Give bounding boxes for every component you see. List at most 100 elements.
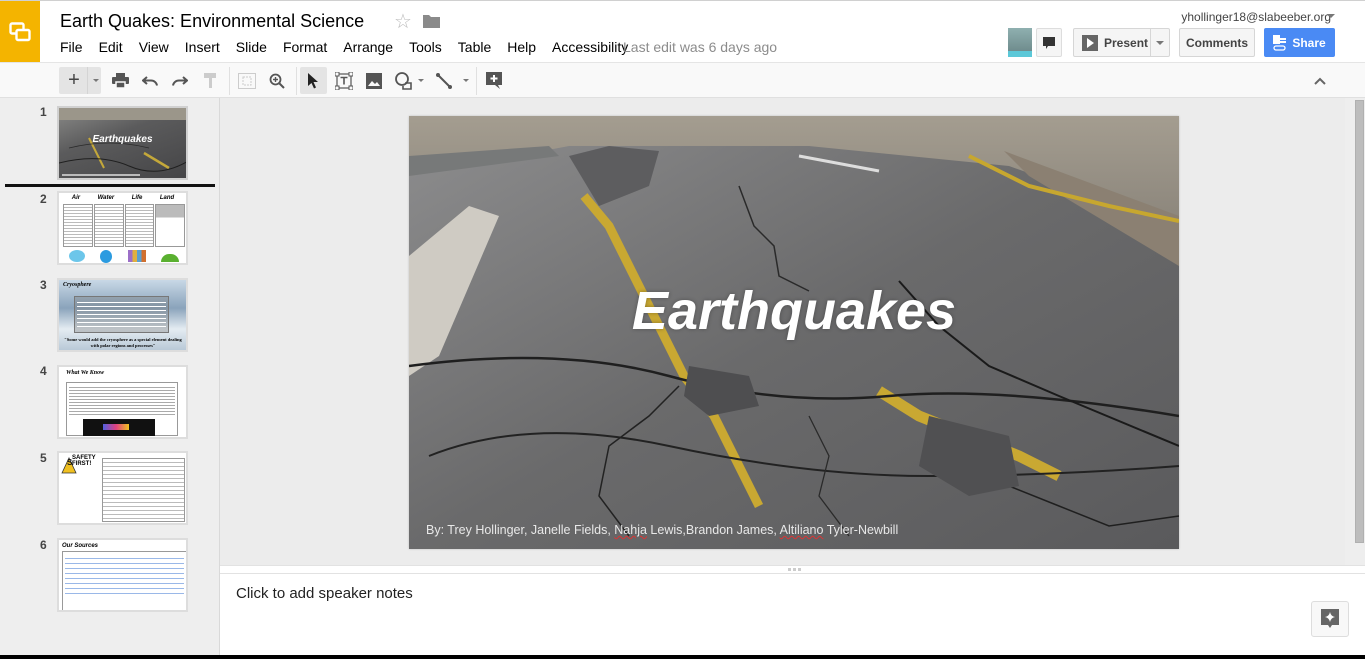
account-email[interactable]: yhollinger18@slabeeber.org <box>1181 10 1331 24</box>
folder-icon[interactable] <box>423 14 440 28</box>
menu-tools[interactable]: Tools <box>409 39 442 55</box>
star-icon[interactable]: ☆ <box>394 9 412 34</box>
redo-icon <box>172 75 188 86</box>
present-dropdown[interactable] <box>1151 40 1169 45</box>
column-label: Land <box>159 195 175 201</box>
comments-button[interactable]: Comments <box>1179 28 1255 57</box>
share-button[interactable]: Share <box>1264 28 1335 57</box>
image-icon <box>366 72 382 89</box>
toolbar-divider <box>296 67 297 95</box>
slide-number: 3 <box>40 278 47 292</box>
toolbar: + <box>0 62 1365 98</box>
thumbnail-title: SAFETY FIRST! <box>72 455 96 467</box>
paint-format-button[interactable] <box>198 67 222 94</box>
image-tool[interactable] <box>362 67 386 94</box>
menu-slide[interactable]: Slide <box>236 39 267 55</box>
thumbnail-caption: "Some would add the cryosphere as a spec… <box>64 337 182 348</box>
slide-number: 2 <box>40 192 47 206</box>
column-label: Water <box>97 195 115 201</box>
notes-resize-handle[interactable] <box>220 565 1365 574</box>
menu-format[interactable]: Format <box>283 39 327 55</box>
text-box-icon <box>335 71 353 90</box>
share-label: Share <box>1292 35 1326 50</box>
line-icon <box>435 72 452 89</box>
vertical-scrollbar[interactable] <box>1345 98 1365 565</box>
slide-thumbnail-1[interactable]: Earthquakes <box>57 106 188 180</box>
zoom-icon <box>269 73 285 89</box>
scrollbar-thumb[interactable] <box>1355 100 1364 543</box>
slide-thumbnail-3[interactable]: Cryosphere "Some would add the cryospher… <box>57 278 188 352</box>
misspelled-word[interactable]: Nahja <box>614 523 647 537</box>
toolbar-divider <box>476 67 477 95</box>
drag-handle-icon <box>788 568 801 571</box>
slide-number: 5 <box>40 451 47 465</box>
slide-thumbnail-5[interactable]: S SAFETY FIRST! <box>57 451 188 525</box>
slide-authors[interactable]: By: Trey Hollinger, Janelle Fields, Nahj… <box>426 523 898 537</box>
add-comment-button[interactable] <box>482 67 506 94</box>
present-button[interactable]: Present <box>1073 28 1170 57</box>
zoom-fit-icon <box>238 72 256 89</box>
new-slide-dropdown-icon[interactable] <box>92 79 99 82</box>
speaker-notes-panel[interactable]: Click to add speaker notes <box>220 574 1365 655</box>
authors-text: Lewis,Brandon James, <box>646 523 780 537</box>
last-edit-status[interactable]: Last edit was 6 days ago <box>623 39 777 55</box>
line-tool[interactable] <box>433 67 471 94</box>
zoom-button[interactable] <box>265 67 289 94</box>
slide-canvas: Earthquakes By: Trey Hollinger, Janelle … <box>220 98 1345 565</box>
slide-thumbnail-4[interactable]: What We Know <box>57 365 188 439</box>
menu-arrange[interactable]: Arrange <box>343 39 393 55</box>
slide-thumbnail-2[interactable]: Air Water Life Land <box>57 191 188 265</box>
present-label: Present <box>1104 35 1149 50</box>
slide-1[interactable]: Earthquakes By: Trey Hollinger, Janelle … <box>409 116 1179 549</box>
speaker-notes-placeholder[interactable]: Click to add speaker notes <box>236 585 413 602</box>
slide-thumbnail-6[interactable]: Our Sources <box>57 538 188 612</box>
slides-logo[interactable] <box>0 1 40 62</box>
misspelled-word[interactable]: Altiliano <box>780 523 824 537</box>
menu-help[interactable]: Help <box>507 39 536 55</box>
thumbnail-columns: Air Water Life Land <box>63 195 183 201</box>
slide-number: 1 <box>40 105 47 119</box>
avatar[interactable] <box>1008 28 1032 57</box>
explore-button[interactable] <box>1311 601 1349 637</box>
redo-button[interactable] <box>168 67 192 94</box>
menu-file[interactable]: File <box>60 39 83 55</box>
text-box-tool[interactable] <box>332 67 356 94</box>
menu-bar: File Edit View Insert Slide Format Arran… <box>60 39 644 55</box>
new-slide-button[interactable]: + <box>59 67 101 94</box>
account-dropdown-icon[interactable] <box>1327 14 1335 18</box>
collapse-toolbar-button[interactable] <box>1308 67 1332 94</box>
select-icon <box>308 72 318 88</box>
menu-insert[interactable]: Insert <box>185 39 220 55</box>
shape-dropdown-icon[interactable] <box>417 79 424 82</box>
menu-accessibility[interactable]: Accessibility <box>552 39 628 55</box>
shape-tool[interactable] <box>391 67 427 94</box>
menu-view[interactable]: View <box>139 39 169 55</box>
thumbnail-title: Cryosphere <box>63 282 92 288</box>
menu-edit[interactable]: Edit <box>99 39 123 55</box>
new-slide-icon: + <box>62 67 88 94</box>
thumbnail-icons <box>69 250 179 263</box>
authors-text: Tyler-Newbill <box>823 523 899 537</box>
slide-title[interactable]: Earthquakes <box>409 280 1179 342</box>
slide-number: 4 <box>40 364 47 378</box>
thumbnail-text-box <box>66 382 178 436</box>
select-tool[interactable] <box>300 67 327 94</box>
thumbnail-image <box>83 419 155 436</box>
column-label: Air <box>71 195 81 201</box>
chat-button[interactable] <box>1036 28 1062 57</box>
toolbar-divider <box>229 67 230 95</box>
print-button[interactable] <box>108 67 132 94</box>
thumbnail-title: Our Sources <box>62 543 99 549</box>
thumbnail-text-panel <box>74 296 169 333</box>
document-title[interactable]: Earth Quakes: Environmental Science <box>60 11 364 32</box>
menu-table[interactable]: Table <box>458 39 491 55</box>
thumbnail-text-box <box>62 551 186 610</box>
undo-button[interactable] <box>138 67 162 94</box>
slide-filmstrip: 1 Earthquakes 2 Air Water Life Land 3 Cr… <box>0 98 220 655</box>
thumbnail-text-box <box>102 458 185 522</box>
present-main[interactable]: Present <box>1074 29 1151 56</box>
line-dropdown-icon[interactable] <box>462 79 469 82</box>
collapse-icon <box>1314 77 1326 85</box>
zoom-fit-button[interactable] <box>235 67 259 94</box>
selection-indicator <box>5 184 215 187</box>
